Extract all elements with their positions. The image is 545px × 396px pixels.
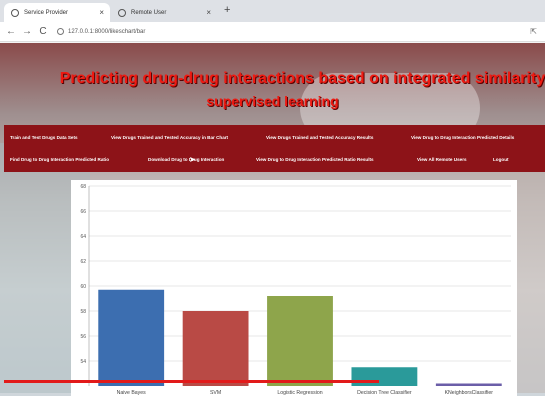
bar — [267, 296, 333, 386]
reload-icon[interactable]: C — [37, 26, 49, 37]
close-icon[interactable]: × — [206, 8, 211, 17]
bar — [435, 383, 502, 386]
share-icon[interactable]: ⇱ — [530, 27, 537, 36]
mouse-cursor-icon: ➤ — [189, 155, 196, 164]
chart-svg: 54 56 58 60 62 64 66 68 Naive Bayes SVM Logistic R… — [80, 184, 511, 396]
tab-label: Service Provider — [24, 9, 69, 16]
menu-download[interactable]: Download Drug to Drug Interaction — [148, 157, 224, 162]
y-tick-label: 54 — [80, 359, 86, 365]
y-tick-label: 66 — [80, 209, 86, 215]
accuracy-bar-chart: 54 56 58 60 62 64 66 68 Naive Bayes SVM Logistic R… — [71, 180, 517, 396]
close-icon[interactable]: × — [99, 8, 104, 17]
page-title: Predicting drug-drug interactions based … — [59, 70, 545, 87]
x-tick-label: Naive Bayes — [117, 390, 147, 396]
address-bar[interactable]: 127.0.0.1:8000/likeschart/bar — [57, 28, 145, 35]
y-tick-label: 56 — [80, 334, 86, 340]
globe-icon — [118, 8, 126, 17]
menu-predicted-details[interactable]: View Drug to Drug Interaction Predicted … — [411, 135, 514, 140]
menu-ratio-results[interactable]: View Drug to Drug Interaction Predicted … — [256, 157, 374, 162]
main-menu: Train and Test Drugs Data Sets View Drug… — [4, 125, 545, 172]
menu-accuracy-bar-chart[interactable]: View Drugs Trained and Tested Accuracy i… — [111, 135, 228, 140]
new-tab-button[interactable]: + — [224, 4, 230, 16]
globe-icon — [11, 8, 19, 17]
y-tick-label: 64 — [80, 234, 86, 240]
tab-label: Remote User — [131, 9, 167, 16]
y-tick-label: 62 — [80, 259, 86, 265]
menu-logout[interactable]: Logout — [493, 157, 509, 162]
forward-icon[interactable]: → — [21, 26, 33, 37]
menu-find-ratio[interactable]: Find Drug to Drug Interaction Predicted … — [10, 157, 109, 162]
url-text: 127.0.0.1:8000/likeschart/bar — [68, 28, 146, 35]
x-tick-label: Logistic Regression — [277, 390, 322, 396]
page-title-line2: supervised learning — [206, 93, 339, 109]
bar — [98, 289, 165, 386]
tab-remote-user[interactable]: Remote User × — [111, 3, 217, 22]
video-progress-bar[interactable] — [4, 380, 379, 383]
bar — [351, 367, 418, 386]
y-tick-label: 58 — [80, 309, 86, 315]
bar — [182, 311, 249, 386]
menu-accuracy-results[interactable]: View Drugs Trained and Tested Accuracy R… — [266, 135, 373, 140]
x-tick-label: Decision Tree Classifier — [357, 390, 412, 396]
y-tick-label: 68 — [80, 184, 86, 190]
x-tick-label: KNeighborsClassifier — [445, 390, 494, 396]
y-tick-label: 60 — [80, 284, 86, 290]
browser-tabbar: Service Provider × Remote User × + — [0, 0, 545, 22]
tab-service-provider[interactable]: Service Provider × — [4, 3, 110, 22]
x-tick-label: SVM — [210, 390, 221, 396]
browser-toolbar: ← → C 127.0.0.1:8000/likeschart/bar ⇱ — [0, 22, 545, 42]
menu-remote-users[interactable]: View All Remote Users — [417, 157, 467, 162]
menu-train-test[interactable]: Train and Test Drugs Data Sets — [10, 135, 78, 140]
page: Predicting drug-drug interactions based … — [0, 43, 545, 396]
back-icon[interactable]: ← — [5, 26, 17, 37]
info-icon — [57, 28, 64, 35]
